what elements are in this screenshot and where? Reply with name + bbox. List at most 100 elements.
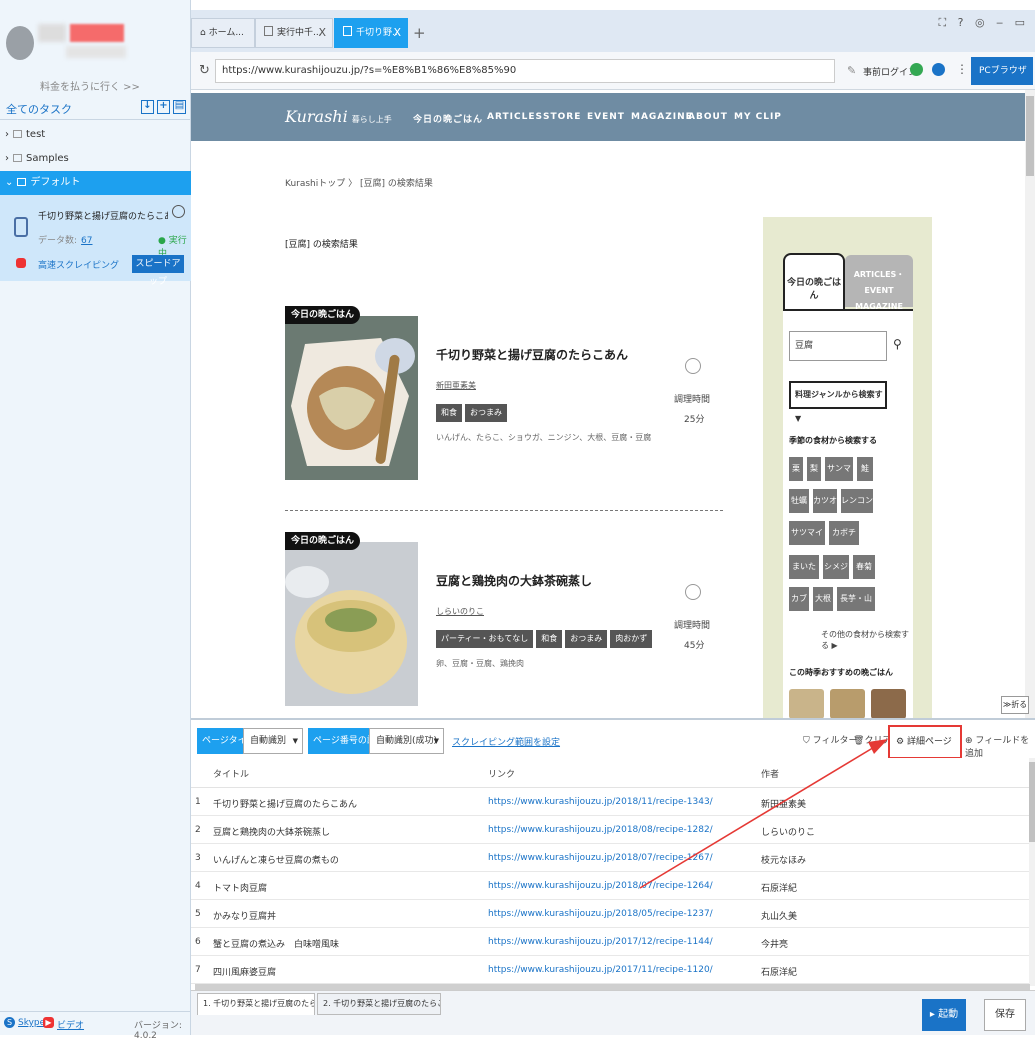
cell-link[interactable]: https://www.kurashijouzu.jp/2018/08/reci… xyxy=(488,825,713,835)
stop-icon[interactable] xyxy=(172,205,185,218)
ingredient-chip[interactable]: 牡蠣 xyxy=(789,489,809,513)
recipe-author[interactable]: 新田亜素美 xyxy=(436,380,476,391)
data-count-value[interactable]: 67 xyxy=(81,236,92,246)
cell-author[interactable]: しらいのりこ xyxy=(761,825,815,838)
recipe-author[interactable]: しらいのりこ xyxy=(436,606,484,617)
cell-title[interactable]: いんげんと凍らせ豆腐の煮もの xyxy=(213,853,339,866)
cell-title[interactable]: 四川風麻婆豆腐 xyxy=(213,965,276,978)
extension-icon[interactable] xyxy=(910,63,923,76)
ingredient-chip[interactable]: シメジ xyxy=(823,555,849,579)
recipe-card[interactable]: 今日の晩ごはん 豆腐と鶏挽肉の大鉢茶碗蒸し しらいのりこ パーティー・おもてなし… xyxy=(285,532,725,706)
table-row[interactable]: 4 トマト肉豆腐 https://www.kurashijouzu.jp/2018/… xyxy=(191,872,1035,900)
window-controls[interactable]: ⛶ ? ◎ ‒ ▭ xyxy=(938,16,1029,30)
table-scrollbar[interactable] xyxy=(1029,758,1035,986)
start-collect-button[interactable]: ▸ 起動 xyxy=(922,999,966,1031)
cell-author[interactable]: 新田亜素美 xyxy=(761,797,806,810)
table-row[interactable]: 7 四川風麻婆豆腐 https://www.kurashijouzu.jp/2017… xyxy=(191,956,1035,984)
ingredient-chip[interactable]: 鮭 xyxy=(857,457,873,481)
table-row[interactable]: 3 いんげんと凍らせ豆腐の煮もの https://www.kurashijouzu.… xyxy=(191,844,1035,872)
cell-link[interactable]: https://www.kurashijouzu.jp/2018/07/reci… xyxy=(488,881,713,891)
ingredient-chip[interactable]: サンマ xyxy=(825,457,853,481)
cell-link[interactable]: https://www.kurashijouzu.jp/2017/11/reci… xyxy=(488,965,713,975)
cell-title[interactable]: 千切り野菜と揚げ豆腐のたらこあん xyxy=(213,797,357,810)
more-ingredients-link[interactable]: その他の食材から検索する ▶ xyxy=(821,629,913,651)
recommend-thumb[interactable] xyxy=(789,689,824,718)
recipe-card[interactable]: 今日の晩ごはん 千切り野菜と揚げ豆腐のたらこあん 新田亜素美 和食 おつまみ いん… xyxy=(285,306,725,480)
recipe-title[interactable]: 豆腐と鶏挽肉の大鉢茶碗蒸し xyxy=(436,572,592,589)
table-row[interactable]: 6 蟹と豆腐の煮込み 白味噌風味 https://www.kurashijouzu.… xyxy=(191,928,1035,956)
fast-scrape-link[interactable]: 高速スクレイピング xyxy=(38,258,119,271)
close-icon[interactable]: X xyxy=(318,19,326,47)
ingredient-chip[interactable]: 春菊 xyxy=(853,555,875,579)
site-logo[interactable]: Kurashi 暮らし上手 xyxy=(285,107,392,126)
cell-author[interactable]: 石原洋紀 xyxy=(761,965,797,978)
ingredient-chip[interactable]: カツオ xyxy=(813,489,837,513)
ingredient-chip[interactable]: レンコン xyxy=(841,489,873,513)
cell-title[interactable]: トマト肉豆腐 xyxy=(213,881,267,894)
recipe-tag[interactable]: パーティー・おもてなし xyxy=(436,630,534,648)
nav-item[interactable]: 今日の晩ごはん xyxy=(413,112,483,125)
pay-link[interactable]: 料金を払うに行く >> xyxy=(40,78,140,93)
recipe-tag[interactable]: おつまみ xyxy=(465,404,507,422)
nav-item[interactable]: STORE xyxy=(543,112,581,122)
recipe-tag[interactable]: 肉おかず xyxy=(610,630,653,648)
clear-button[interactable]: 🗑クリア xyxy=(853,733,891,746)
recommend-thumb[interactable] xyxy=(871,689,906,718)
pc-browser-dropdown[interactable]: PCブラウザ ▾ xyxy=(971,57,1033,104)
skype-link[interactable]: Skype xyxy=(18,1018,45,1028)
ingredient-chip[interactable]: サツマイモ xyxy=(789,521,825,561)
page-type-select[interactable]: 自動識別 ▼ xyxy=(243,728,303,754)
breadcrumb[interactable]: Kurashiトップ 〉 [豆腐] の検索結果 xyxy=(285,176,433,189)
cell-title[interactable]: かみなり豆腐丼 xyxy=(213,909,276,922)
recommend-thumb[interactable] xyxy=(830,689,865,718)
ingredient-chip[interactable]: 梨 xyxy=(807,457,821,481)
tab-current[interactable]: 千切り野... X xyxy=(334,18,408,48)
edit-icon[interactable]: ✎ xyxy=(847,64,856,77)
save-button[interactable]: 保存 xyxy=(984,999,1026,1031)
reload-icon[interactable]: ↻ xyxy=(199,63,210,78)
tab-home[interactable]: ⌂ ホーム... xyxy=(191,18,255,48)
prelogin-button[interactable]: 事前ログイン xyxy=(863,65,917,78)
search-input[interactable]: 豆腐 xyxy=(789,331,887,361)
cell-author[interactable]: 今井亮 xyxy=(761,937,788,950)
add-tab-button[interactable]: + xyxy=(413,24,426,42)
cell-link[interactable]: https://www.kurashijouzu.jp/2017/12/reci… xyxy=(488,937,713,947)
cell-author[interactable]: 枝元なほみ xyxy=(761,853,806,866)
url-input[interactable]: https://www.kurashijouzu.jp/?s=%E8%B1%86… xyxy=(215,59,835,83)
cell-title[interactable]: 蟹と豆腐の煮込み 白味噌風味 xyxy=(213,937,339,950)
extension-icon[interactable] xyxy=(932,63,945,76)
speedup-button[interactable]: スピードアップ xyxy=(132,255,184,287)
cell-author[interactable]: 丸山久美 xyxy=(761,909,797,922)
page-scrollbar[interactable] xyxy=(1025,90,1035,718)
more-icon[interactable]: ⋮ xyxy=(956,62,968,76)
ingredient-chip[interactable]: 長芋・山芋 xyxy=(837,587,875,627)
nav-item[interactable]: MY CLIP xyxy=(734,112,782,122)
tree-folder-samples[interactable]: › Samples xyxy=(0,147,191,171)
recipe-tag[interactable]: 和食 xyxy=(536,630,563,648)
import-icon[interactable]: ↓ xyxy=(141,100,154,114)
task-card[interactable]: 千切り野菜と揚げ豆腐のたらこあん | Kura... データ数:67 ● 実行中… xyxy=(0,195,191,287)
genre-select[interactable]: 料理ジャンルから検索す ▼ xyxy=(789,381,887,423)
close-icon[interactable]: X xyxy=(393,19,401,47)
filter-button[interactable]: ⛉ フィルター xyxy=(803,733,857,746)
add-field-button[interactable]: ⊕ フィールドを追加 xyxy=(965,733,1035,759)
tree-folder-test[interactable]: › test xyxy=(0,123,191,147)
search-icon[interactable]: ⚲ xyxy=(893,337,902,351)
nav-item[interactable]: ABOUT xyxy=(688,112,728,122)
column-header[interactable]: 作者 xyxy=(761,767,779,780)
scroll-thumb[interactable] xyxy=(1029,762,1035,842)
column-header[interactable]: タイトル xyxy=(213,767,249,780)
page-num-select[interactable]: 自動識別(成功) ▼ xyxy=(369,728,444,754)
fold-button[interactable]: ≫折る xyxy=(1001,696,1029,714)
nav-item[interactable]: ARTICLES xyxy=(487,112,543,122)
step-tab[interactable]: 1. 千切り野菜と揚げ豆腐のたらこ... xyxy=(197,993,315,1015)
cell-link[interactable]: https://www.kurashijouzu.jp/2018/05/reci… xyxy=(488,909,713,919)
cell-link[interactable]: https://www.kurashijouzu.jp/2018/11/reci… xyxy=(488,797,713,807)
step-tab[interactable]: 2. 千切り野菜と揚げ豆腐のたらこ... ⓧ xyxy=(317,993,441,1015)
tab-articles-event[interactable]: ARTICLES・EVENT MAGAZINE xyxy=(845,255,913,311)
video-link[interactable]: ビデオ xyxy=(57,1018,84,1031)
recipe-tag[interactable]: おつまみ xyxy=(565,630,608,648)
recipe-photo[interactable] xyxy=(285,542,418,706)
tab-today-dinner[interactable]: 今日の晩ごはん xyxy=(783,253,845,309)
recipe-title[interactable]: 千切り野菜と揚げ豆腐のたらこあん xyxy=(436,346,628,363)
